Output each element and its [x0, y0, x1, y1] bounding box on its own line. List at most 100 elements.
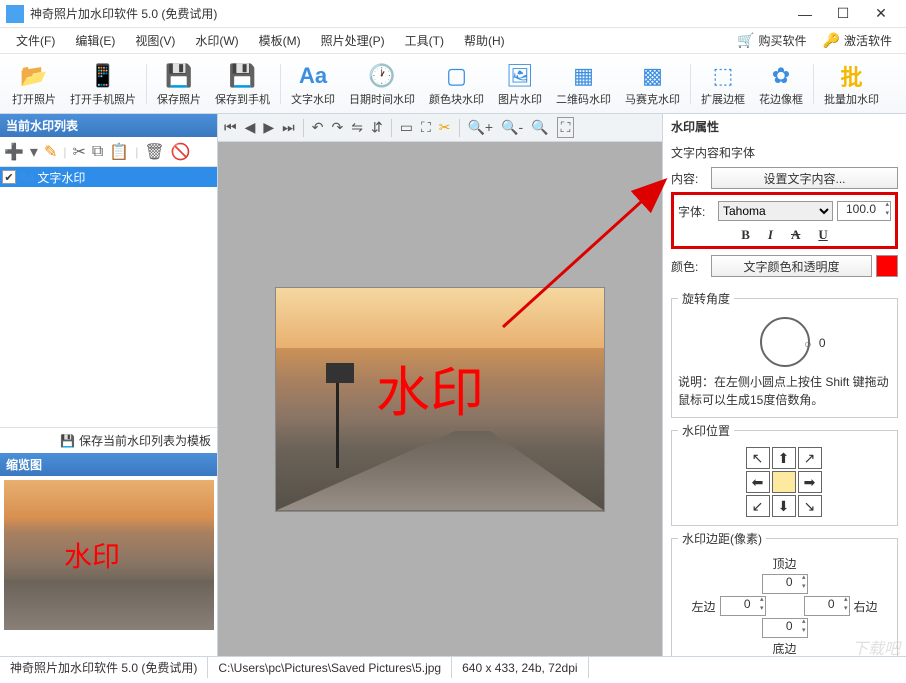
paste-icon[interactable]: 📋 — [109, 142, 129, 162]
preview-image[interactable]: 水印 — [275, 287, 605, 512]
buy-link[interactable]: 🛒购买软件 — [729, 32, 814, 49]
menu-view[interactable]: 视图(V) — [125, 32, 185, 49]
activate-link[interactable]: 🔑激活软件 — [815, 32, 900, 49]
watermark-text[interactable]: 水印 — [376, 348, 484, 427]
left-panel: 当前水印列表 ➕ ▾ ✎ | ✂ ⧉ 📋 | 🗑 🚫 ✔ Aa 文字水印 💾 保… — [0, 114, 218, 656]
margin-top-label: 顶边 — [772, 555, 796, 572]
zoom-in-icon[interactable]: 🔍+ — [468, 119, 494, 136]
properties-header: 水印属性 — [663, 114, 906, 139]
menu-help[interactable]: 帮助(H) — [454, 32, 515, 49]
add-icon[interactable]: ➕ — [4, 142, 24, 162]
minimize-button[interactable]: — — [786, 0, 824, 28]
titlebar: 神奇照片加水印软件 5.0 (免费试用) — ☐ ✕ — [0, 0, 906, 28]
pos-nw[interactable]: ↖ — [746, 447, 770, 469]
pos-s[interactable]: ⬇ — [772, 495, 796, 517]
nav-prev-icon[interactable]: ◀ — [245, 119, 256, 136]
menu-file[interactable]: 文件(F) — [6, 32, 65, 49]
tool-mosaic-watermark[interactable]: ▩马赛克水印 — [619, 59, 686, 109]
crop-icon[interactable]: ✂ — [439, 119, 451, 136]
pos-se[interactable]: ↘ — [798, 495, 822, 517]
zoom-out-icon[interactable]: 🔍- — [501, 119, 523, 136]
margin-left-input[interactable]: 0 — [720, 596, 766, 616]
menu-edit[interactable]: 编辑(E) — [65, 32, 125, 49]
tool-qr-watermark[interactable]: ▦二维码水印 — [550, 59, 617, 109]
nav-last-icon[interactable]: ⏭ — [282, 119, 295, 136]
site-watermark: 下载吧 — [852, 635, 900, 659]
list-item[interactable]: ✔ Aa 文字水印 — [0, 167, 217, 187]
statusbar: 神奇照片加水印软件 5.0 (免费试用) C:\Users\pc\Picture… — [0, 656, 906, 678]
menu-template[interactable]: 模板(M) — [249, 32, 311, 49]
dropdown-icon[interactable]: ▾ — [30, 142, 38, 162]
copy-icon[interactable]: ⧉ — [92, 143, 103, 161]
key-icon: 🔑 — [823, 32, 840, 49]
bold-button[interactable]: B — [741, 227, 750, 243]
margin-bottom-input[interactable]: 0 — [762, 618, 808, 638]
properties-panel: 水印属性 文字内容和字体 内容: 设置文字内容... 字体: Tahoma 10… — [662, 114, 906, 656]
menu-photo[interactable]: 照片处理(P) — [311, 32, 395, 49]
save-template-button[interactable]: 💾 保存当前水印列表为模板 — [0, 427, 217, 453]
margin-top-input[interactable]: 0 — [762, 574, 808, 594]
margin-left-label: 左边 — [691, 598, 715, 615]
underline-button[interactable]: U — [818, 227, 827, 243]
color-swatch[interactable] — [876, 255, 898, 277]
canvas[interactable]: 水印 — [218, 142, 662, 656]
zoom-100-icon[interactable]: 🔍 — [531, 119, 548, 136]
tool-color-watermark[interactable]: ▢颜色块水印 — [423, 59, 490, 109]
flip-v-icon[interactable]: ⇵ — [371, 119, 383, 136]
flip-h-icon[interactable]: ⇋ — [351, 119, 363, 136]
rotate-left-icon[interactable]: ↶ — [312, 119, 324, 136]
tool-save-phone[interactable]: 💾保存到手机 — [209, 59, 276, 109]
close-button[interactable]: ✕ — [862, 0, 900, 28]
edit-icon[interactable]: ✎ — [44, 142, 57, 162]
canvas-area: ⏮ ◀ ▶ ⏭ ↶ ↷ ⇋ ⇵ ▭ ⛶ ✂ 🔍+ 🔍- 🔍 ⛶ 水印 — [218, 114, 662, 656]
tool-save-photo[interactable]: 💾保存照片 — [151, 59, 207, 109]
thumbnail-image[interactable]: 水印 — [4, 480, 214, 630]
fit-icon[interactable]: ⛶ — [557, 117, 575, 138]
pos-n[interactable]: ⬆ — [772, 447, 796, 469]
rotate-right-icon[interactable]: ↷ — [332, 119, 344, 136]
maximize-button[interactable]: ☐ — [824, 0, 862, 28]
text-watermark-icon: Aa — [19, 170, 34, 184]
text-font-section-header: 文字内容和字体 — [671, 141, 898, 164]
pos-e[interactable]: ➡ — [798, 471, 822, 493]
menu-tools[interactable]: 工具(T) — [395, 32, 454, 49]
nav-next-icon[interactable]: ▶ — [263, 119, 274, 136]
margin-right-input[interactable]: 0 — [804, 596, 850, 616]
tool-open-photo[interactable]: 📂打开照片 — [6, 59, 62, 109]
save-icon: 💾 — [60, 434, 75, 448]
tool-datetime-watermark[interactable]: 🕐日期时间水印 — [343, 59, 421, 109]
pos-center[interactable] — [772, 471, 796, 493]
checkbox-icon[interactable]: ✔ — [2, 170, 16, 184]
italic-button[interactable]: I — [768, 227, 773, 243]
font-select[interactable]: Tahoma — [718, 201, 833, 221]
thumbnail-watermark-text: 水印 — [64, 535, 120, 575]
focus-icon[interactable]: ⛶ — [421, 119, 431, 136]
content-label: 内容: — [671, 170, 707, 187]
clear-icon[interactable]: 🚫 — [171, 142, 191, 162]
tool-extend-border[interactable]: ⬚扩展边框 — [695, 59, 751, 109]
set-text-content-button[interactable]: 设置文字内容... — [711, 167, 898, 189]
tool-batch[interactable]: 批批量加水印 — [818, 59, 885, 109]
menu-watermark[interactable]: 水印(W) — [185, 32, 248, 49]
tool-open-phone[interactable]: 📱打开手机照片 — [64, 59, 142, 109]
pos-ne[interactable]: ↗ — [798, 447, 822, 469]
strikethrough-button[interactable]: A — [791, 227, 800, 243]
list-toolbar: ➕ ▾ ✎ | ✂ ⧉ 📋 | 🗑 🚫 — [0, 137, 217, 167]
delete-icon[interactable]: 🗑 — [144, 142, 164, 162]
text-color-button[interactable]: 文字颜色和透明度 — [711, 255, 872, 277]
font-size-input[interactable]: 100.0 — [837, 201, 891, 221]
margin-bottom-label: 底边 — [772, 640, 796, 656]
rotation-legend: 旋转角度 — [678, 290, 734, 307]
tool-fancy-frame[interactable]: ✿花边像框 — [753, 59, 809, 109]
rotation-fieldset: 旋转角度 0 说明：在左侧小圆点上按住 Shift 键拖动鼠标可以生成15度倍数… — [671, 290, 898, 418]
nav-first-icon[interactable]: ⏮ — [224, 119, 237, 136]
rotation-dial[interactable]: 0 — [760, 317, 810, 367]
pos-w[interactable]: ⬅ — [746, 471, 770, 493]
thumbnail-area: 水印 — [0, 476, 217, 656]
tool-text-watermark[interactable]: Aa文字水印 — [285, 59, 341, 109]
tool-image-watermark[interactable]: 🖼图片水印 — [492, 59, 548, 109]
rect-icon[interactable]: ▭ — [400, 119, 413, 136]
pos-sw[interactable]: ↙ — [746, 495, 770, 517]
cut-icon[interactable]: ✂ — [72, 142, 85, 162]
app-icon — [6, 5, 24, 23]
